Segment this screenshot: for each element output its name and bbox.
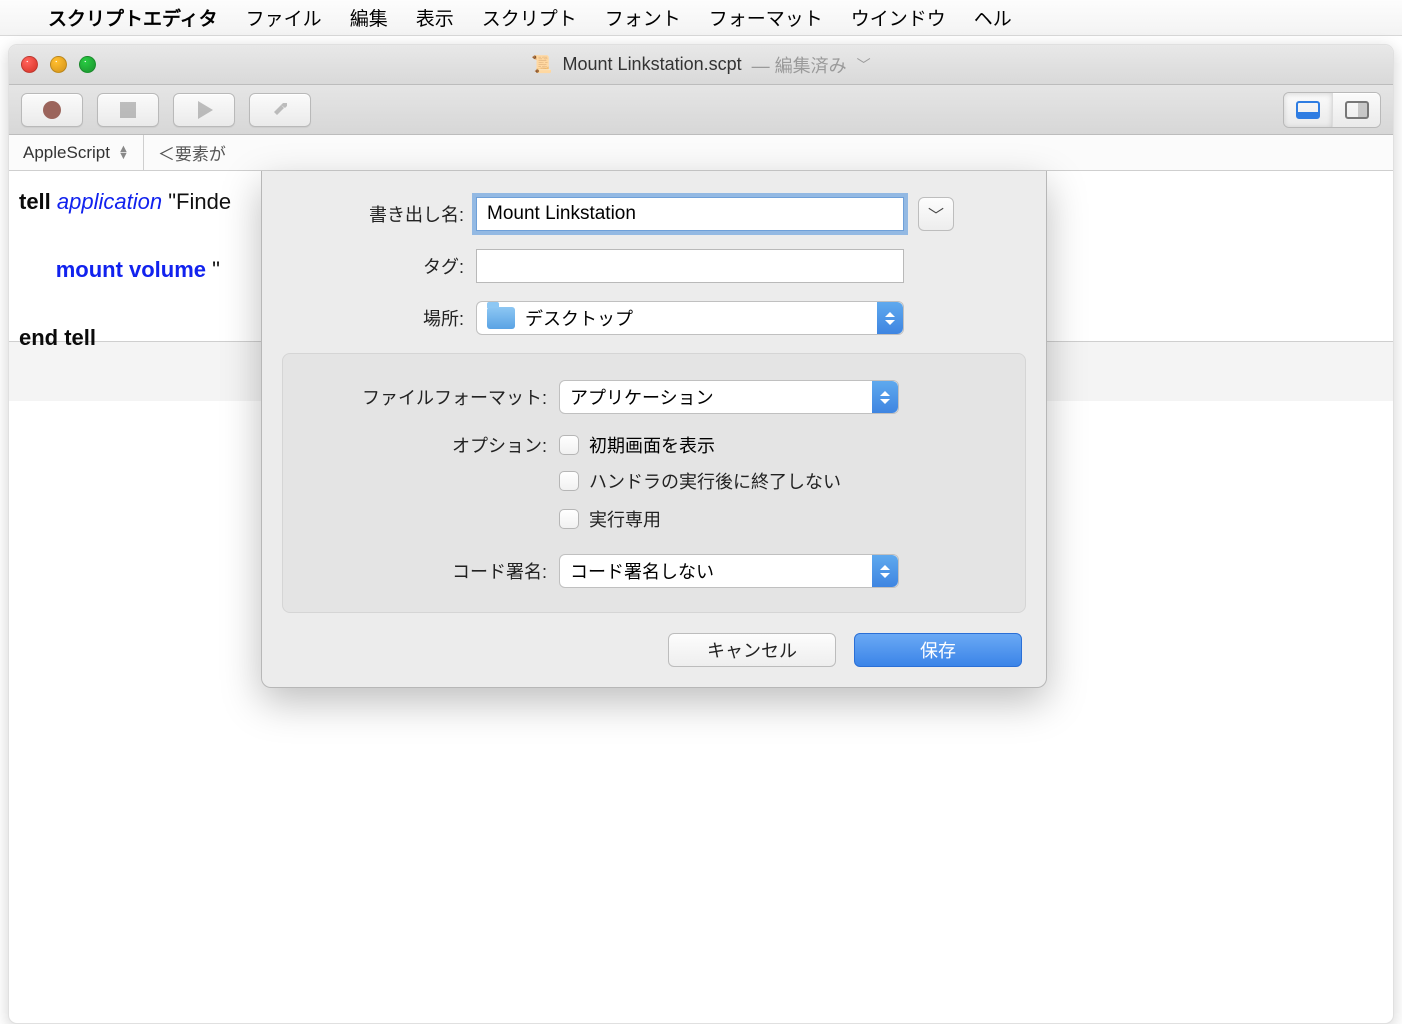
sheet-button-row: キャンセル 保存 (262, 633, 1046, 667)
chevron-down-icon: ﹀ (928, 202, 944, 226)
updown-icon: ▲▼ (118, 146, 129, 158)
updown-icon (872, 381, 898, 413)
zoom-button[interactable] (79, 56, 96, 73)
menu-script[interactable]: スクリプト (482, 4, 577, 31)
export-name-input[interactable] (476, 197, 904, 231)
option-stay-open-label: ハンドラの実行後に終了しない (589, 468, 841, 494)
window-title[interactable]: 📜 Mount Linkstation.scpt — 編集済み ﹀ (531, 52, 870, 78)
menu-help[interactable]: ヘル (974, 4, 1012, 31)
edited-label: — 編集済み (752, 52, 847, 78)
cancel-button[interactable]: キャンセル (668, 633, 836, 667)
file-format-label: ファイルフォーマット: (299, 384, 559, 410)
minimize-button[interactable] (50, 56, 67, 73)
tags-label: タグ: (298, 253, 476, 279)
updown-icon (877, 302, 903, 334)
language-label: AppleScript (23, 143, 110, 163)
file-format-value: アプリケーション (570, 384, 714, 410)
editor-header: AppleScript ▲▼ ＜要素が (9, 135, 1393, 171)
code-token: end tell (19, 325, 96, 350)
hammer-icon (270, 98, 290, 121)
traffic-lights (21, 56, 96, 73)
menu-file[interactable]: ファイル (246, 4, 322, 31)
menu-view[interactable]: 表示 (416, 4, 454, 31)
option-stay-open-checkbox[interactable] (559, 471, 579, 491)
folder-icon (487, 307, 515, 329)
file-format-popup[interactable]: アプリケーション (559, 380, 899, 414)
menu-format[interactable]: フォーマット (709, 4, 823, 31)
show-log-pane-button[interactable] (1332, 93, 1380, 127)
language-selector[interactable]: AppleScript ▲▼ (9, 135, 144, 170)
compile-button[interactable] (249, 93, 311, 127)
options-label: オプション: (299, 432, 559, 458)
view-segmented-control (1283, 92, 1381, 128)
toolbar (9, 85, 1393, 135)
option-run-only-label: 実行専用 (589, 506, 661, 532)
close-button[interactable] (21, 56, 38, 73)
menu-window[interactable]: ウインドウ (851, 4, 946, 31)
option-show-startup-checkbox[interactable] (559, 435, 579, 455)
codesign-popup[interactable]: コード署名しない (559, 554, 899, 588)
menu-edit[interactable]: 編集 (350, 4, 388, 31)
save-button[interactable]: 保存 (854, 633, 1022, 667)
show-result-pane-button[interactable] (1284, 93, 1332, 127)
codesign-value: コード署名しない (570, 558, 714, 584)
option-run-only-checkbox[interactable] (559, 509, 579, 529)
code-token: "Finde (168, 189, 231, 214)
run-button[interactable] (173, 93, 235, 127)
code-token: mount volume (56, 257, 206, 282)
updown-icon (872, 555, 898, 587)
editor-window: 📜 Mount Linkstation.scpt — 編集済み ﹀ Ap (8, 44, 1394, 1024)
option-show-startup-label: 初期画面を表示 (589, 432, 715, 458)
code-token: " (206, 257, 220, 282)
expand-save-dialog-button[interactable]: ﹀ (918, 197, 954, 231)
save-sheet: 書き出し名: ﹀ タグ: 場所: デスクトップ ファイルフォーマット: (261, 171, 1047, 688)
export-name-label: 書き出し名: (298, 201, 476, 227)
menubar: スクリプトエディタ ファイル 編集 表示 スクリプト フォント フォーマット ウ… (0, 0, 1402, 36)
code-token: tell (19, 189, 51, 214)
code-token: application (57, 189, 162, 214)
record-button[interactable] (21, 93, 83, 127)
tags-input[interactable] (476, 249, 904, 283)
chevron-down-icon: ﹀ (857, 55, 871, 75)
filename-label: Mount Linkstation.scpt (563, 54, 742, 75)
where-label: 場所: (298, 305, 476, 331)
titlebar: 📜 Mount Linkstation.scpt — 編集済み ﹀ (9, 45, 1393, 85)
options-groupbox: ファイルフォーマット: アプリケーション オプション: 初期画面を表示 ハンドラ… (282, 353, 1026, 613)
stop-button[interactable] (97, 93, 159, 127)
codesign-label: コード署名: (299, 558, 559, 584)
app-menu[interactable]: スクリプトエディタ (48, 4, 218, 31)
where-popup[interactable]: デスクトップ (476, 301, 904, 335)
document-icon: 📜 (531, 55, 552, 75)
menu-font[interactable]: フォント (605, 4, 681, 31)
where-value: デスクトップ (525, 305, 633, 331)
structure-breadcrumb[interactable]: ＜要素が (144, 140, 240, 165)
